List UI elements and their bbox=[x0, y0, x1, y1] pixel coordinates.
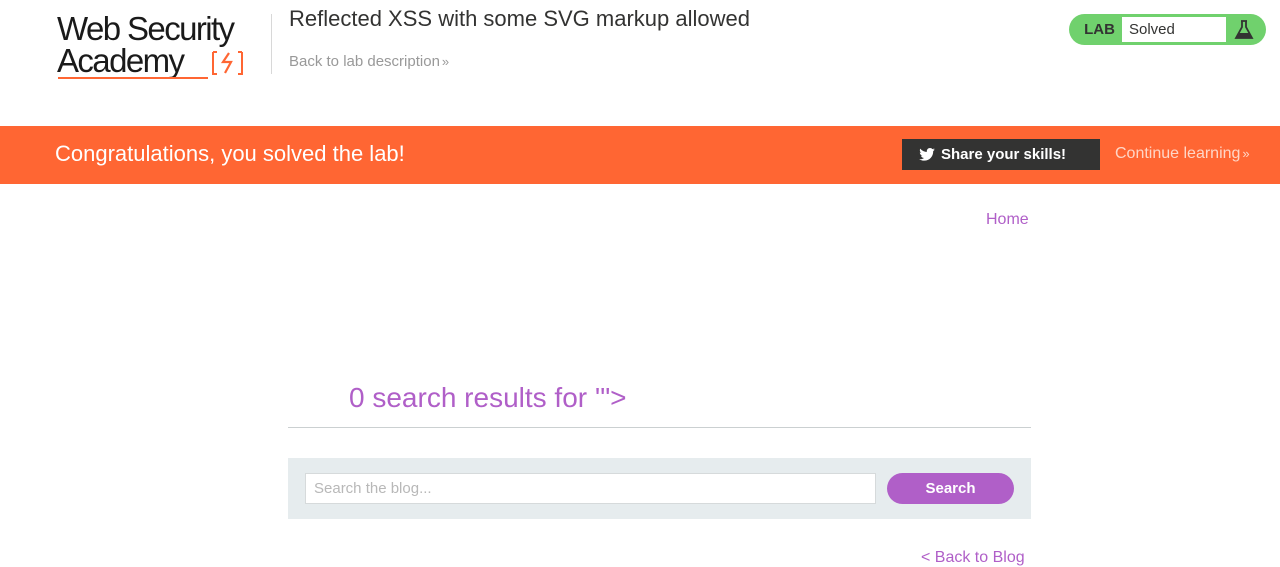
web-security-academy-logo[interactable]: Web Security Academy bbox=[57, 12, 272, 82]
logo-underline bbox=[58, 77, 208, 79]
double-chevron-right-icon: » bbox=[1242, 146, 1250, 161]
results-divider bbox=[288, 427, 1031, 428]
lab-header: Web Security Academy Reflected XSS with … bbox=[0, 0, 1280, 126]
continue-learning-label: Continue learning bbox=[1115, 145, 1241, 162]
double-chevron-right-icon: » bbox=[441, 54, 450, 69]
back-to-blog-link[interactable]: < Back to Blog bbox=[921, 549, 1025, 567]
share-skills-label: Share your skills! bbox=[941, 146, 1067, 163]
search-input[interactable] bbox=[305, 473, 876, 504]
logo-text-line1: Web Security bbox=[57, 10, 235, 47]
logo-bolt-icon bbox=[212, 51, 243, 75]
lab-tag: LAB bbox=[1084, 21, 1115, 38]
back-to-lab-label: Back to lab description bbox=[289, 53, 440, 70]
congratulations-message: Congratulations, you solved the lab! bbox=[55, 141, 405, 166]
logo-text-line2: Academy bbox=[57, 42, 185, 79]
lab-status-widget: LAB Solved bbox=[1069, 14, 1266, 45]
lab-solved-banner: Congratulations, you solved the lab! Sha… bbox=[0, 126, 1280, 184]
nav-home-link[interactable]: Home bbox=[986, 211, 1029, 229]
flask-icon bbox=[1234, 20, 1254, 39]
continue-learning-link[interactable]: Continue learning» bbox=[1115, 145, 1250, 163]
back-to-lab-description-link[interactable]: Back to lab description» bbox=[289, 53, 449, 70]
header-divider bbox=[271, 14, 272, 74]
lab-status-text: Solved bbox=[1122, 17, 1226, 42]
search-results-heading: 0 search results for '"> bbox=[349, 382, 627, 413]
search-button[interactable]: Search bbox=[887, 473, 1014, 504]
twitter-icon bbox=[919, 148, 935, 161]
share-skills-button[interactable]: Share your skills! bbox=[902, 139, 1100, 170]
search-form: Search bbox=[288, 458, 1031, 519]
lab-title: Reflected XSS with some SVG markup allow… bbox=[289, 6, 750, 31]
